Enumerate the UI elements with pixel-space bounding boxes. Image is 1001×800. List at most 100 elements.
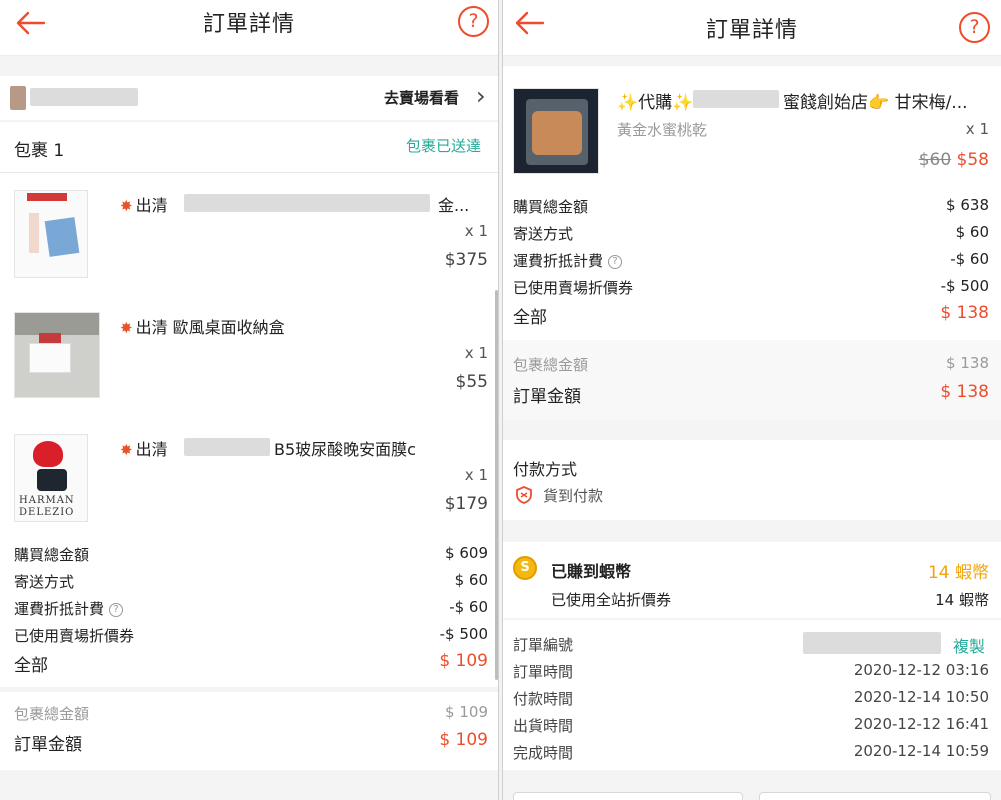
list-item[interactable]: ✸ 出清 歐風桌面收納盒 x 1 $55 xyxy=(0,300,498,420)
item-title: ✸ 出清 xyxy=(120,440,168,459)
summary-label: 購買總金額 xyxy=(513,198,589,216)
help-circle-icon[interactable]: ? xyxy=(458,6,489,37)
coupon-used-label: 已使用全站折價券 xyxy=(551,591,672,609)
payment-time-value: 2020-12-14 10:50 xyxy=(853,688,989,706)
order-total-card: 包裹總金額 $ 138 訂單金額 $ 138 xyxy=(503,340,1001,420)
complete-time-value: 2020-12-14 10:59 xyxy=(853,742,989,760)
list-item[interactable]: HARMAN DELEZIO ✸ 出清 B5玻尿酸晚安面膜c x 1 $179 xyxy=(0,422,498,542)
info-circle-icon[interactable]: ? xyxy=(109,602,124,617)
order-time-value: 2020-12-12 03:16 xyxy=(853,661,989,679)
order-time-label: 訂單時間 xyxy=(513,663,574,681)
top-bar: 訂單詳情 ? xyxy=(0,0,498,56)
thumb-brand-text: DELEZIO xyxy=(19,507,75,518)
order-info-card: 訂單編號 複製 訂單時間 2020-12-12 03:16 付款時間 2020-… xyxy=(503,620,1001,770)
copy-button[interactable]: 複製 xyxy=(953,633,985,657)
summary-label: 已使用賣場折價券 xyxy=(14,627,135,645)
summary-total-label: 全部 xyxy=(513,308,547,328)
summary-label: 運費折抵計費? xyxy=(14,598,124,619)
coins-earned-label: 已賺到蝦幣 xyxy=(551,562,632,581)
ship-time-value: 2020-12-12 16:41 xyxy=(853,715,989,733)
chevron-right-icon: › xyxy=(476,82,486,110)
package-status: 包裹已送達 xyxy=(406,137,482,155)
summary-total-value: $ 109 xyxy=(439,651,488,671)
item-price: $375 xyxy=(444,250,488,270)
list-item[interactable]: ✨代購✨ 蜜餞創始店👉 甘宋梅/... 黃金水蜜桃乾 x 1 $60 $58 xyxy=(503,66,1001,184)
package-total-value: $ 109 xyxy=(445,703,488,721)
top-bar: 訂單詳情 ? xyxy=(503,0,1001,56)
order-total-card: 包裹總金額 $ 109 訂單金額 $ 109 xyxy=(0,692,498,770)
item-qty: x 1 xyxy=(965,120,989,138)
order-number-label: 訂單編號 xyxy=(513,636,574,654)
payment-time-label: 付款時間 xyxy=(513,690,574,708)
info-circle-icon[interactable]: ? xyxy=(608,254,623,269)
price-summary: 購買總金額 $ 638 寄送方式 $ 60 運費折抵計費? -$ 60 已使用賣… xyxy=(503,192,1001,332)
item-qty: x 1 xyxy=(464,222,488,240)
item-thumbnail xyxy=(14,190,88,278)
divider xyxy=(0,172,498,173)
burst-icon: ✸ xyxy=(120,441,133,459)
bottom-button[interactable] xyxy=(759,792,991,800)
item-price: $179 xyxy=(444,494,488,514)
scrollbar[interactable] xyxy=(495,290,498,680)
item-price: $55 xyxy=(455,372,488,392)
coins-earned-value: 14 蝦幣 xyxy=(927,563,989,583)
package-card: 包裹 1 包裹已送達 ✸ 出清 金... x 1 $375 ✸ 出清 歐風桌面收… xyxy=(0,122,498,687)
order-number-blurred xyxy=(803,632,941,654)
right-screen: 訂單詳情 ? ✨代購✨ 蜜餞創始店👉 甘宋梅/... 黃金水蜜桃乾 x 1 $6… xyxy=(502,0,1001,800)
item-variant: 黃金水蜜桃乾 xyxy=(617,121,708,139)
page-title: 訂單詳情 xyxy=(705,18,798,43)
item-title-blurred xyxy=(184,194,430,212)
summary-total-value: $ 138 xyxy=(940,303,989,323)
item-thumbnail xyxy=(14,312,100,398)
summary-value: -$ 500 xyxy=(940,277,989,295)
coupon-used-value: 14 蝦幣 xyxy=(935,591,989,609)
order-total-label: 訂單金額 xyxy=(14,735,82,755)
item-thumbnail: HARMAN DELEZIO xyxy=(14,434,88,522)
summary-label: 寄送方式 xyxy=(14,573,75,591)
summary-value: -$ 60 xyxy=(449,598,488,616)
item-qty: x 1 xyxy=(464,466,488,484)
price-summary: 購買總金額 $ 609 寄送方式 $ 60 運費折抵計費? -$ 60 已使用賣… xyxy=(0,540,498,680)
shop-avatar xyxy=(10,86,26,110)
summary-label: 寄送方式 xyxy=(513,225,574,243)
item-price: $60 $58 xyxy=(803,150,989,170)
order-item-card: ✨代購✨ 蜜餞創始店👉 甘宋梅/... 黃金水蜜桃乾 x 1 $60 $58 購… xyxy=(503,66,1001,420)
summary-value: $ 609 xyxy=(445,544,488,562)
thumb-brand-text: HARMAN xyxy=(19,495,75,506)
package-label: 包裹 1 xyxy=(14,141,65,161)
item-title-end: B5玻尿酸晚安面膜c xyxy=(274,440,416,459)
item-sale-price: $58 xyxy=(956,150,989,170)
help-circle-icon[interactable]: ? xyxy=(959,12,990,43)
payment-method: 貨到付款 xyxy=(543,487,604,505)
summary-value: $ 60 xyxy=(454,571,488,589)
summary-label: 已使用賣場折價券 xyxy=(513,279,634,297)
shop-row[interactable]: 去賣場看看 › xyxy=(0,76,498,120)
payment-title: 付款方式 xyxy=(513,460,578,479)
ship-time-label: 出貨時間 xyxy=(513,717,574,735)
package-total-label: 包裹總金額 xyxy=(513,356,589,374)
summary-total-label: 全部 xyxy=(14,656,48,676)
coin-icon: S xyxy=(513,556,537,580)
summary-value: -$ 60 xyxy=(950,250,989,268)
summary-label: 運費折抵計費? xyxy=(513,250,623,271)
page-title: 訂單詳情 xyxy=(202,12,295,37)
list-item[interactable]: ✸ 出清 金... x 1 $375 xyxy=(0,178,498,298)
order-total-label: 訂單金額 xyxy=(513,387,581,407)
item-title: ✨代購✨ xyxy=(617,93,694,113)
item-thumbnail xyxy=(513,88,599,174)
visit-shop-link[interactable]: 去賣場看看 xyxy=(384,87,459,108)
shield-icon xyxy=(516,486,532,504)
package-total-value: $ 138 xyxy=(946,354,989,372)
summary-value: $ 60 xyxy=(955,223,989,241)
burst-icon: ✸ xyxy=(120,197,133,215)
coins-card: S 已賺到蝦幣 14 蝦幣 已使用全站折價券 14 蝦幣 xyxy=(503,542,1001,618)
shop-name-blurred xyxy=(30,88,138,106)
item-original-price: $60 xyxy=(918,150,952,170)
item-title-blurred xyxy=(693,90,779,108)
bottom-button[interactable] xyxy=(513,792,743,800)
item-title-end: 蜜餞創始店👉 甘宋梅/... xyxy=(783,93,968,113)
left-screen: 訂單詳情 ? 去賣場看看 › 包裹 1 包裹已送達 ✸ 出清 金... x 1 $… xyxy=(0,0,499,800)
item-title-end: 金... xyxy=(438,196,470,215)
summary-value: -$ 500 xyxy=(439,625,488,643)
payment-card: 付款方式 貨到付款 xyxy=(503,440,1001,520)
